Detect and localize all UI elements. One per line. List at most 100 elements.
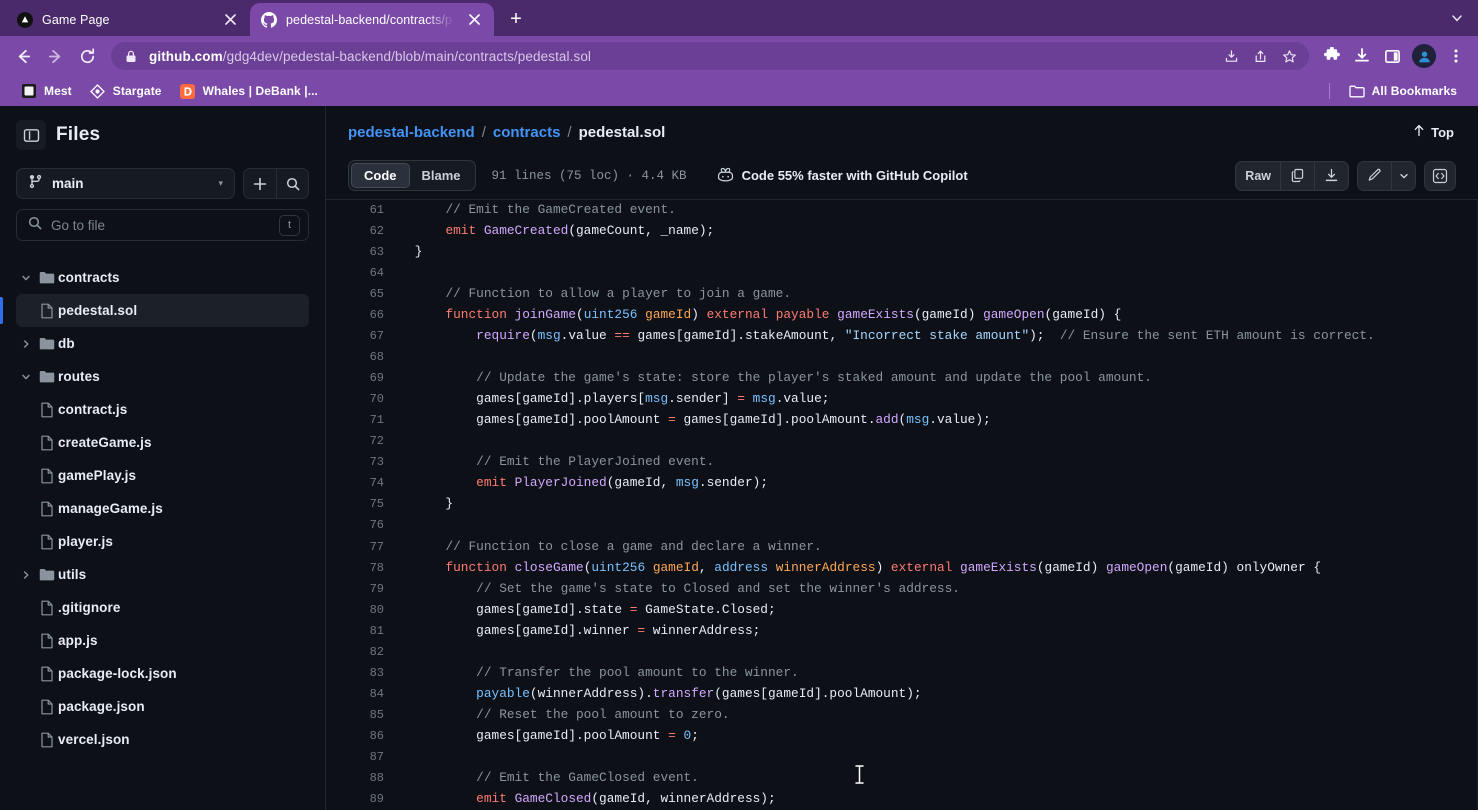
sidebar-collapse-icon[interactable]: [16, 120, 46, 150]
line-number[interactable]: 84: [326, 684, 384, 705]
line-content[interactable]: // Function to close a game and declare …: [384, 537, 1477, 558]
address-bar[interactable]: github.com/gdg4dev/pedestal-backend/blob…: [111, 42, 1309, 70]
forward-icon[interactable]: [40, 41, 70, 71]
line-number[interactable]: 66: [326, 305, 384, 326]
tree-item-package-json[interactable]: package.json: [16, 690, 309, 723]
close-icon[interactable]: [464, 10, 484, 30]
line-content[interactable]: emit GameCreated(gameCount, _name);: [384, 221, 1477, 242]
line-number[interactable]: 76: [326, 515, 384, 536]
line-content[interactable]: [384, 431, 1477, 452]
add-file-button[interactable]: [244, 169, 276, 198]
search-icon[interactable]: [276, 169, 308, 198]
line-number[interactable]: 61: [326, 200, 384, 221]
line-content[interactable]: // Emit the GameClosed event.: [384, 768, 1477, 789]
line-number[interactable]: 75: [326, 494, 384, 515]
line-number[interactable]: 81: [326, 621, 384, 642]
line-number[interactable]: 64: [326, 263, 384, 284]
back-icon[interactable]: [8, 41, 38, 71]
line-content[interactable]: games[gameId].poolAmount = 0;: [384, 726, 1477, 747]
line-content[interactable]: emit GameClosed(gameId, winnerAddress);: [384, 789, 1477, 810]
tree-item-gitignore[interactable]: .gitignore: [16, 591, 309, 624]
line-number[interactable]: 85: [326, 705, 384, 726]
line-content[interactable]: [384, 642, 1477, 663]
download-icon[interactable]: [1314, 161, 1348, 190]
chevron-right-icon[interactable]: [16, 570, 36, 580]
browser-tab-pedestal[interactable]: pedestal-backend/contracts/p: [250, 3, 494, 36]
line-number[interactable]: 80: [326, 600, 384, 621]
line-content[interactable]: payable(winnerAddress).transfer(games[ga…: [384, 684, 1477, 705]
bookmark-mest[interactable]: Mest: [12, 80, 81, 102]
line-number[interactable]: 70: [326, 389, 384, 410]
line-content[interactable]: }: [384, 242, 1477, 263]
line-number[interactable]: 71: [326, 410, 384, 431]
tree-item-db[interactable]: db: [16, 327, 309, 360]
line-content[interactable]: }: [384, 494, 1477, 515]
line-content[interactable]: // Update the game's state: store the pl…: [384, 368, 1477, 389]
tree-item-routes[interactable]: routes: [16, 360, 309, 393]
profile-avatar[interactable]: [1412, 44, 1436, 68]
branch-selector[interactable]: main ▾: [16, 168, 235, 199]
browser-tab-game-page[interactable]: Game Page: [6, 3, 250, 36]
line-number[interactable]: 83: [326, 663, 384, 684]
line-content[interactable]: games[gameId].players[msg.sender] = msg.…: [384, 389, 1477, 410]
share-icon[interactable]: [1247, 43, 1273, 69]
side-panel-icon[interactable]: [1378, 42, 1406, 70]
line-number[interactable]: 87: [326, 747, 384, 768]
tab-blame[interactable]: Blame: [410, 163, 473, 188]
line-content[interactable]: [384, 515, 1477, 536]
tree-item-player-js[interactable]: player.js: [16, 525, 309, 558]
line-number[interactable]: 72: [326, 431, 384, 452]
copy-icon[interactable]: [1280, 161, 1314, 190]
line-content[interactable]: games[gameId].poolAmount = games[gameId]…: [384, 410, 1477, 431]
line-number[interactable]: 65: [326, 284, 384, 305]
line-content[interactable]: // Transfer the pool amount to the winne…: [384, 663, 1477, 684]
line-number[interactable]: 63: [326, 242, 384, 263]
line-number[interactable]: 86: [326, 726, 384, 747]
pencil-icon[interactable]: [1358, 162, 1391, 190]
breadcrumb-repo[interactable]: pedestal-backend: [348, 124, 475, 141]
line-number[interactable]: 88: [326, 768, 384, 789]
code-brackets-icon[interactable]: [1424, 160, 1456, 191]
tree-item-creategame-js[interactable]: createGame.js: [16, 426, 309, 459]
chrome-menu-icon[interactable]: [1442, 42, 1470, 70]
close-icon[interactable]: [220, 10, 240, 30]
chevron-down-icon[interactable]: [16, 372, 36, 382]
line-content[interactable]: // Emit the GameCreated event.: [384, 200, 1477, 221]
all-bookmarks-button[interactable]: All Bookmarks: [1340, 80, 1466, 102]
line-content[interactable]: [384, 747, 1477, 768]
chevron-right-icon[interactable]: [16, 339, 36, 349]
bookmark-whales-debank[interactable]: Whales | DeBank |...: [171, 80, 327, 102]
line-content[interactable]: [384, 347, 1477, 368]
breadcrumb-folder[interactable]: contracts: [493, 124, 561, 141]
chevron-down-icon[interactable]: [16, 273, 36, 283]
copilot-banner[interactable]: Code 55% faster with GitHub Copilot: [717, 167, 968, 185]
line-content[interactable]: // Emit the PlayerJoined event.: [384, 452, 1477, 473]
line-content[interactable]: // Function to allow a player to join a …: [384, 284, 1477, 305]
line-content[interactable]: emit PlayerJoined(gameId, msg.sender);: [384, 473, 1477, 494]
line-number[interactable]: 67: [326, 326, 384, 347]
raw-button[interactable]: Raw: [1236, 162, 1280, 190]
bookmark-star-icon[interactable]: [1276, 43, 1302, 69]
line-content[interactable]: require(msg.value == games[gameId].stake…: [384, 326, 1477, 347]
install-icon[interactable]: [1218, 43, 1244, 69]
tree-item-contracts[interactable]: contracts: [16, 261, 309, 294]
line-content[interactable]: // Set the game's state to Closed and se…: [384, 579, 1477, 600]
bookmark-stargate[interactable]: Stargate: [81, 80, 171, 102]
extensions-puzzle-icon[interactable]: [1318, 42, 1346, 70]
line-content[interactable]: [384, 263, 1477, 284]
line-number[interactable]: 69: [326, 368, 384, 389]
chevron-down-icon[interactable]: [1391, 161, 1415, 190]
line-content[interactable]: function joinGame(uint256 gameId) extern…: [384, 305, 1477, 326]
tree-item-utils[interactable]: utils: [16, 558, 309, 591]
line-number[interactable]: 62: [326, 221, 384, 242]
line-content[interactable]: // Reset the pool amount to zero.: [384, 705, 1477, 726]
tree-item-pedestal-sol[interactable]: pedestal.sol: [0, 294, 309, 327]
line-number[interactable]: 74: [326, 473, 384, 494]
downloads-icon[interactable]: [1348, 42, 1376, 70]
tree-item-app-js[interactable]: app.js: [16, 624, 309, 657]
reload-icon[interactable]: [72, 41, 102, 71]
line-number[interactable]: 79: [326, 579, 384, 600]
line-number[interactable]: 73: [326, 452, 384, 473]
tree-item-managegame-js[interactable]: manageGame.js: [16, 492, 309, 525]
line-number[interactable]: 89: [326, 789, 384, 810]
